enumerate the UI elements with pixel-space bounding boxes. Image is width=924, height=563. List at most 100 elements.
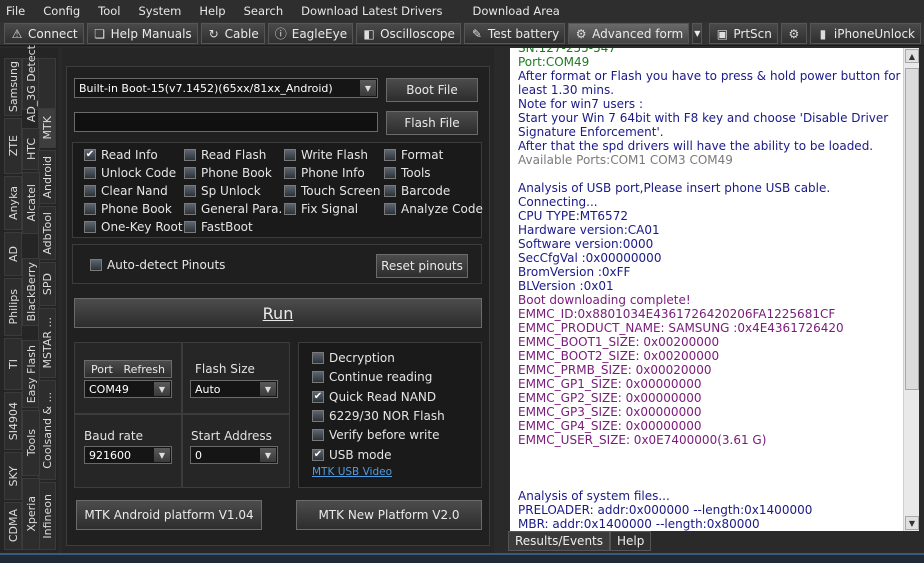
run-button[interactable]: Run — [74, 298, 482, 328]
port-label: Port — [91, 362, 113, 376]
tab-ti[interactable]: TI — [4, 338, 22, 390]
menu-download-area[interactable]: Download Area — [473, 4, 560, 18]
tab-sky-label: SKY — [6, 465, 20, 487]
option-checkbox-2[interactable]: ✔ Quick Read NAND — [312, 390, 436, 404]
menu-search[interactable]: Search — [244, 4, 284, 18]
flash-file-button[interactable]: Flash File — [386, 111, 478, 135]
eagleeye-button[interactable]: ⓘ EagleEye — [267, 23, 354, 44]
baud-rate-select[interactable]: 921600 ▼ — [84, 446, 172, 464]
op-checkbox-0[interactable]: ✔ Read Info — [84, 148, 158, 162]
scroll-up-icon[interactable]: ▲ — [905, 49, 919, 63]
tab-anyka[interactable]: Anyka — [4, 176, 22, 230]
op-label: Phone Book — [201, 166, 272, 180]
settings-button[interactable]: ⚙ — [780, 23, 807, 44]
advanced-form-button[interactable]: ⚙ Advanced form — [568, 23, 690, 44]
op-checkbox-11[interactable]: Barcode — [384, 184, 450, 198]
op-checkbox-13[interactable]: General Para. — [184, 202, 282, 216]
flash-file-path[interactable] — [74, 112, 378, 132]
prtscn-button[interactable]: ▣ PrtScn — [709, 23, 778, 44]
chevron-down-icon[interactable]: ▼ — [154, 382, 170, 396]
tab-results-events[interactable]: Results/Events — [508, 531, 611, 551]
log-scrollbar[interactable]: ▲ ▼ — [903, 48, 919, 531]
chevron-down-icon[interactable]: ▼ — [260, 382, 276, 396]
menu-help[interactable]: Help — [199, 4, 225, 18]
help-manuals-button[interactable]: ❏ Help Manuals — [86, 23, 198, 44]
menu-download-drivers[interactable]: Download Latest Drivers — [301, 4, 442, 18]
tab-ad[interactable]: AD — [4, 232, 22, 276]
op-checkbox-7[interactable]: Tools — [384, 166, 431, 180]
chevron-down-icon[interactable]: ▼ — [260, 448, 276, 462]
auto-detect-pinouts-checkbox[interactable]: Auto-detect Pinouts — [90, 258, 225, 272]
reset-pinouts-button[interactable]: Reset pinouts — [376, 254, 468, 278]
tab-mstar[interactable]: MSTAR ... — [38, 308, 56, 378]
tab-philips[interactable]: Philips — [4, 278, 22, 336]
tab-coolsand[interactable]: Coolsand & ... — [38, 380, 56, 480]
oscilloscope-button[interactable]: ◧ Oscilloscope — [356, 23, 461, 44]
boot-file-button[interactable]: Boot File — [386, 78, 478, 102]
tab-infineon[interactable]: Infineon — [38, 482, 56, 550]
option-checkbox-0[interactable]: Decryption — [312, 351, 395, 365]
op-checkbox-4[interactable]: Unlock Code — [84, 166, 176, 180]
scroll-down-icon[interactable]: ▼ — [905, 516, 919, 530]
op-checkbox-12[interactable]: Phone Book — [84, 202, 172, 216]
iphone-unlock-button[interactable]: ▮ iPhoneUnlock — [809, 23, 921, 44]
tab-tools[interactable]: Tools — [22, 410, 40, 476]
op-checkbox-16[interactable]: One-Key Root — [84, 220, 183, 234]
tab-cdma[interactable]: CDMA — [4, 502, 22, 550]
test-battery-button[interactable]: ✎ Test battery — [463, 23, 566, 44]
chevron-down-icon[interactable]: ▼ — [154, 448, 170, 462]
tab-adbtool[interactable]: AdbTool — [38, 206, 56, 260]
option-checkbox-1[interactable]: Continue reading — [312, 370, 432, 384]
tab-android[interactable]: Android — [38, 150, 56, 204]
log-line: Signature Enforcement'. — [518, 125, 664, 139]
flash-size-select[interactable]: Auto ▼ — [190, 380, 278, 398]
op-checkbox-5[interactable]: Phone Book — [184, 166, 272, 180]
op-checkbox-3[interactable]: Format — [384, 148, 443, 162]
checkbox-icon — [384, 149, 396, 161]
port-select[interactable]: COM49 ▼ — [84, 380, 172, 398]
refresh-label[interactable]: Refresh — [123, 363, 165, 376]
op-checkbox-17[interactable]: FastBoot — [184, 220, 253, 234]
tab-help[interactable]: Help — [610, 531, 652, 551]
cable-button[interactable]: ↻ Cable — [200, 23, 265, 44]
mtk-new-platform-button[interactable]: MTK New Platform V2.0 — [296, 500, 482, 530]
mtk-android-platform-button[interactable]: MTK Android platform V1.04 — [76, 500, 262, 530]
op-checkbox-9[interactable]: Sp Unlock — [184, 184, 261, 198]
log-line: EMMC_GP4_SIZE: 0x00000000 — [518, 419, 702, 433]
op-checkbox-15[interactable]: Analyze Code — [384, 202, 483, 216]
op-checkbox-6[interactable]: Phone Info — [284, 166, 365, 180]
connect-button[interactable]: ⚠ Connect — [4, 23, 84, 44]
results-log[interactable]: SN:127-255-547 Port:COM49 After format o… — [510, 48, 903, 531]
option-checkbox-5[interactable]: ✔ USB mode — [312, 448, 391, 462]
menu-tool[interactable]: Tool — [98, 4, 120, 18]
tab-htc-label: HTC — [24, 137, 38, 161]
start-address-select[interactable]: 0 ▼ — [190, 446, 278, 464]
tab-spd[interactable]: SPD — [38, 262, 56, 306]
tab-philips-label: Philips — [6, 289, 20, 325]
tab-zte[interactable]: ZTE — [4, 118, 22, 174]
boot-select[interactable]: Built-in Boot-15(v7.1452)(65xx/81xx_Andr… — [74, 78, 378, 98]
tab-adbtool-label: AdbTool — [40, 211, 54, 255]
menu-config[interactable]: Config — [43, 4, 80, 18]
mtk-usb-video-link[interactable]: MTK USB Video — [312, 466, 392, 478]
scroll-thumb[interactable] — [905, 68, 919, 390]
option-checkbox-4[interactable]: Verify before write — [312, 428, 439, 442]
tab-samsung[interactable]: Samsung — [4, 58, 22, 116]
tab-xperia[interactable]: Xperia — [22, 478, 40, 550]
tab-mtk[interactable]: MTK — [38, 108, 56, 148]
chevron-down-icon[interactable]: ▼ — [360, 80, 376, 96]
op-checkbox-2[interactable]: Write Flash — [284, 148, 368, 162]
op-checkbox-14[interactable]: Fix Signal — [284, 202, 358, 216]
op-checkbox-8[interactable]: Clear Nand — [84, 184, 168, 198]
op-checkbox-1[interactable]: Read Flash — [184, 148, 266, 162]
menu-system[interactable]: System — [139, 4, 182, 18]
tab-sky[interactable]: SKY — [4, 452, 22, 500]
advanced-form-dropdown[interactable]: ▼ — [692, 23, 703, 44]
settings-icon: ⚙ — [788, 26, 800, 41]
menu-file[interactable]: File — [6, 4, 25, 18]
port-refresh-header[interactable]: Port Refresh — [84, 360, 172, 378]
tab-detect[interactable]: . — [38, 58, 56, 110]
option-checkbox-3[interactable]: 6229/30 NOR Flash — [312, 409, 445, 423]
tab-si4904[interactable]: SI4904 — [4, 392, 22, 450]
op-checkbox-10[interactable]: Touch Screen — [284, 184, 381, 198]
